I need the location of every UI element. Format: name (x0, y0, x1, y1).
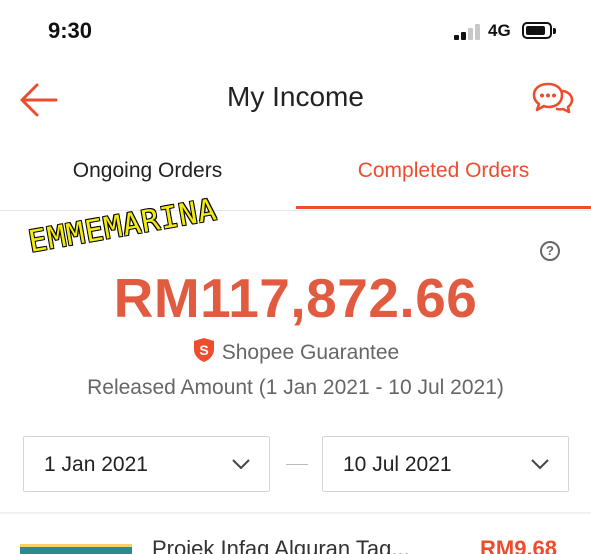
battery-icon (522, 22, 556, 39)
status-bar: 9:30 4G (0, 0, 591, 64)
shopee-guarantee: S Shopee Guarantee (0, 337, 591, 365)
active-tab-indicator (296, 206, 591, 209)
network-label: 4G (488, 21, 511, 40)
order-list-item[interactable]: Projek Infaq Alquran Tag... RM9.68 (0, 514, 591, 554)
start-date-value: 1 Jan 2021 (44, 453, 148, 476)
guarantee-label: Shopee Guarantee (221, 341, 400, 364)
order-thumbnail (20, 544, 132, 554)
shield-icon: S (193, 338, 214, 362)
page-title: My Income (227, 81, 364, 112)
svg-text:S: S (199, 342, 208, 358)
end-date-select[interactable]: 10 Jul 2021 (322, 436, 569, 492)
help-icon[interactable]: ? (540, 241, 560, 261)
tab-bar: Ongoing Orders Completed Orders (0, 138, 591, 211)
chat-icon[interactable] (532, 80, 574, 116)
end-date-value: 10 Jul 2021 (343, 453, 452, 476)
header-bar: My Income (0, 64, 591, 136)
order-title: Projek Infaq Alquran Tag... (152, 536, 410, 554)
income-panel: ? RM117,872.66 EMMEMARINA S Shopee Guara… (0, 192, 591, 511)
chevron-down-icon (232, 459, 250, 470)
tab-ongoing-orders[interactable]: Ongoing Orders (0, 138, 295, 208)
released-amount-label: Released Amount (1 Jan 2021 - 10 Jul 202… (87, 376, 504, 399)
status-time: 9:30 (48, 18, 93, 43)
date-range-separator (286, 464, 308, 465)
income-amount: RM117,872.66 (113, 267, 478, 329)
order-price: RM9.68 (480, 536, 558, 554)
tab-completed-orders[interactable]: Completed Orders (296, 138, 591, 208)
chevron-down-icon (531, 459, 549, 470)
start-date-select[interactable]: 1 Jan 2021 (23, 436, 270, 492)
signal-icon (454, 24, 482, 40)
